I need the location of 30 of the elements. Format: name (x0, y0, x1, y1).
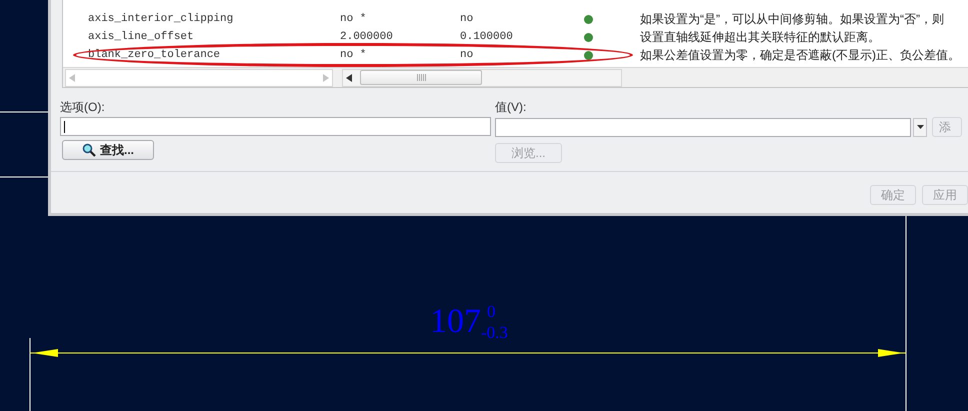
default-value: no (460, 48, 474, 63)
dropdown-button[interactable] (913, 118, 927, 136)
caret-icon (916, 125, 924, 129)
upper-tolerance: 0 (487, 304, 496, 319)
horizontal-scrollbar[interactable] (65, 68, 333, 87)
default-value: 0.100000 (460, 30, 514, 45)
option-input[interactable] (60, 117, 491, 136)
option-label: 选项(O): (60, 99, 106, 115)
option-description: 设置直轴线延伸超出其关联特征的默认距离。 (640, 29, 880, 46)
option-description: 如果设置为“是”，可以从中间修剪轴。如果设置为“否”，则 (640, 11, 944, 28)
scrollbar-thumb[interactable] (360, 70, 482, 86)
option-value: no * (340, 12, 368, 27)
horizontal-scrollbar[interactable] (342, 68, 622, 87)
drawing-line (0, 176, 48, 178)
lower-tolerance: -0.3 (481, 325, 508, 340)
left-arrow-icon (346, 74, 352, 82)
dimension-value: 107 (430, 303, 481, 341)
search-icon (82, 143, 96, 157)
option-name: axis_line_offset (88, 30, 195, 45)
option-name: axis_interior_clipping (88, 12, 234, 27)
find-button[interactable]: 查找... (62, 140, 154, 160)
value-label: 值(V): (495, 99, 528, 115)
left-arrow-icon (69, 74, 75, 82)
option-value: 2.000000 (340, 30, 394, 45)
option-name: blank_zero_tolerance (88, 48, 222, 63)
option-description: 如果公差值设置为零，确定是否遮蔽(不显示)正、负公差值。 (640, 47, 960, 64)
grip-icon (416, 74, 426, 82)
option-value: no * (340, 48, 368, 63)
right-arrow-icon (323, 74, 329, 82)
default-value: no (460, 12, 474, 27)
